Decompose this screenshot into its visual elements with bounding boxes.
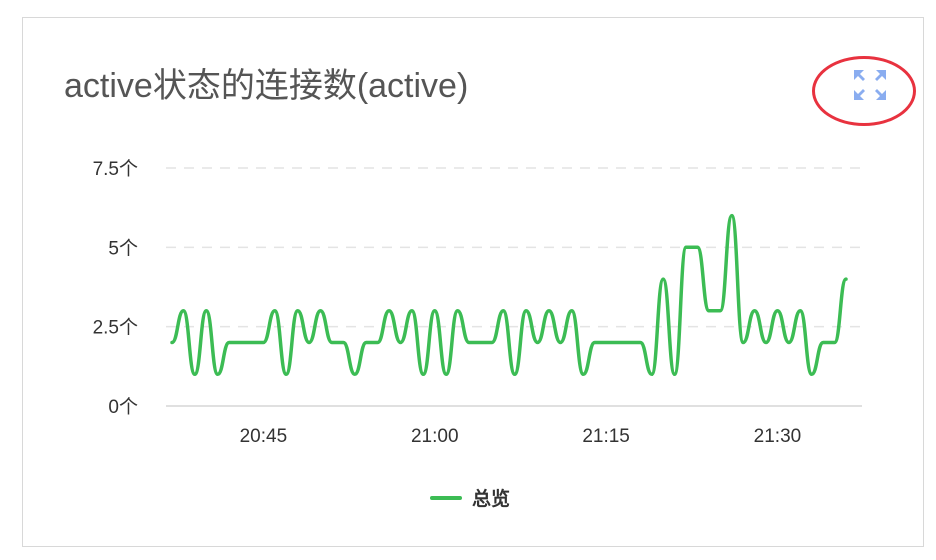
x-tick-label: 21:30: [754, 426, 802, 447]
y-tick-label: 7.5个: [93, 158, 138, 180]
x-tick-label: 21:15: [582, 426, 630, 447]
series-line-总览: [170, 213, 848, 377]
y-tick-label: 0个: [108, 396, 138, 418]
legend-item[interactable]: 总览: [430, 484, 510, 511]
legend-label: 总览: [472, 489, 511, 510]
x-tick-label: 20:45: [240, 426, 288, 447]
legend-swatch: [430, 495, 462, 500]
y-tick-label: 2.5个: [93, 317, 138, 339]
line-chart: 0个 2.5个 5个 7.5个 20:45 21:00 21:15 21:30: [93, 158, 862, 447]
x-tick-label: 21:00: [411, 426, 459, 447]
y-tick-label: 5个: [108, 237, 138, 259]
